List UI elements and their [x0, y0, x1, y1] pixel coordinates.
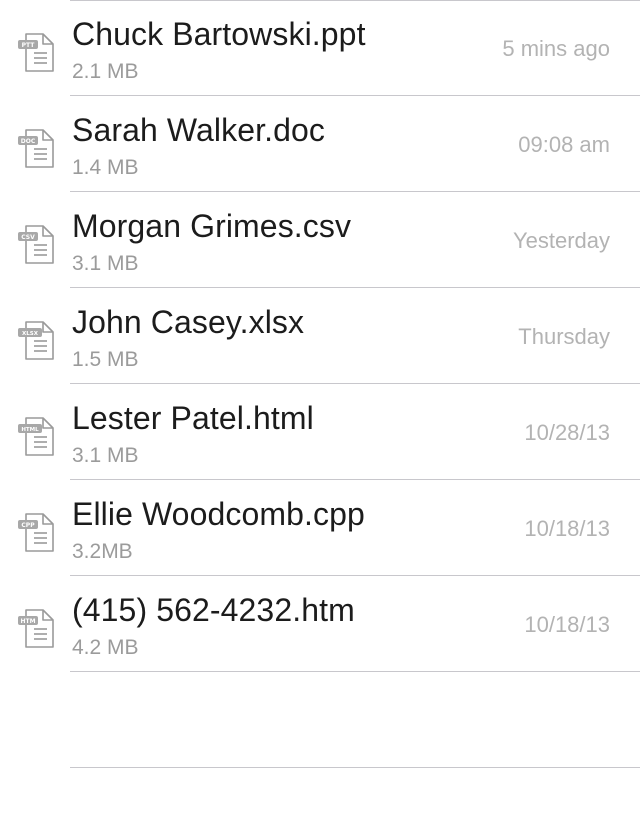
file-row[interactable]: HTML Lester Patel.html 3.1 MB 10/28/13 [0, 384, 640, 480]
document-icon: DOC [16, 127, 58, 169]
file-modified-time: 10/18/13 [524, 516, 610, 541]
empty-list-row [0, 672, 640, 768]
file-modified-time: 09:08 am [518, 132, 610, 157]
document-icon: CPP [16, 511, 58, 553]
file-row[interactable]: DOC Sarah Walker.doc 1.4 MB 09:08 am [0, 96, 640, 192]
file-type-badge: CPP [21, 522, 35, 529]
file-size: 3.1 MB [72, 252, 139, 275]
file-row[interactable]: XLSX John Casey.xlsx 1.5 MB Thursday [0, 288, 640, 384]
file-name: Sarah Walker.doc [72, 112, 325, 148]
file-modified-time: Thursday [518, 324, 610, 349]
document-icon: PTT [16, 31, 58, 73]
file-row[interactable]: CPP Ellie Woodcomb.cpp 3.2MB 10/18/13 [0, 480, 640, 576]
file-size: 3.2MB [72, 540, 133, 563]
document-icon: HTML [16, 415, 58, 457]
file-list: PTT Chuck Bartowski.ppt 2.1 MB 5 mins ag… [0, 0, 640, 768]
file-row[interactable]: PTT Chuck Bartowski.ppt 2.1 MB 5 mins ag… [0, 0, 640, 96]
file-modified-time: 5 mins ago [502, 36, 610, 61]
file-size: 4.2 MB [72, 636, 139, 659]
file-name: Ellie Woodcomb.cpp [72, 496, 365, 532]
row-divider [70, 767, 640, 768]
document-icon: XLSX [16, 319, 58, 361]
file-name: Morgan Grimes.csv [72, 208, 352, 244]
file-type-badge: HTML [21, 427, 39, 433]
file-modified-time: 10/18/13 [524, 612, 610, 637]
file-row[interactable]: HTM (415) 562-4232.htm 4.2 MB 10/18/13 [0, 576, 640, 672]
file-rows: PTT Chuck Bartowski.ppt 2.1 MB 5 mins ag… [0, 0, 640, 672]
file-name: Lester Patel.html [72, 400, 314, 436]
file-type-badge: XLSX [22, 331, 39, 337]
file-size: 2.1 MB [72, 60, 139, 83]
file-name: John Casey.xlsx [72, 304, 305, 340]
file-row[interactable]: CSV Morgan Grimes.csv 3.1 MB Yesterday [0, 192, 640, 288]
file-size: 3.1 MB [72, 444, 139, 467]
file-type-badge: HTM [20, 618, 35, 625]
file-type-badge: CSV [21, 234, 35, 241]
document-icon: CSV [16, 223, 58, 265]
file-type-badge: DOC [21, 138, 36, 145]
document-icon: HTM [16, 607, 58, 649]
file-name: Chuck Bartowski.ppt [72, 16, 366, 52]
file-size: 1.4 MB [72, 156, 139, 179]
file-modified-time: 10/28/13 [524, 420, 610, 445]
file-name: (415) 562-4232.htm [72, 592, 355, 628]
file-type-badge: PTT [22, 42, 36, 49]
file-size: 1.5 MB [72, 348, 139, 371]
file-modified-time: Yesterday [512, 228, 610, 253]
